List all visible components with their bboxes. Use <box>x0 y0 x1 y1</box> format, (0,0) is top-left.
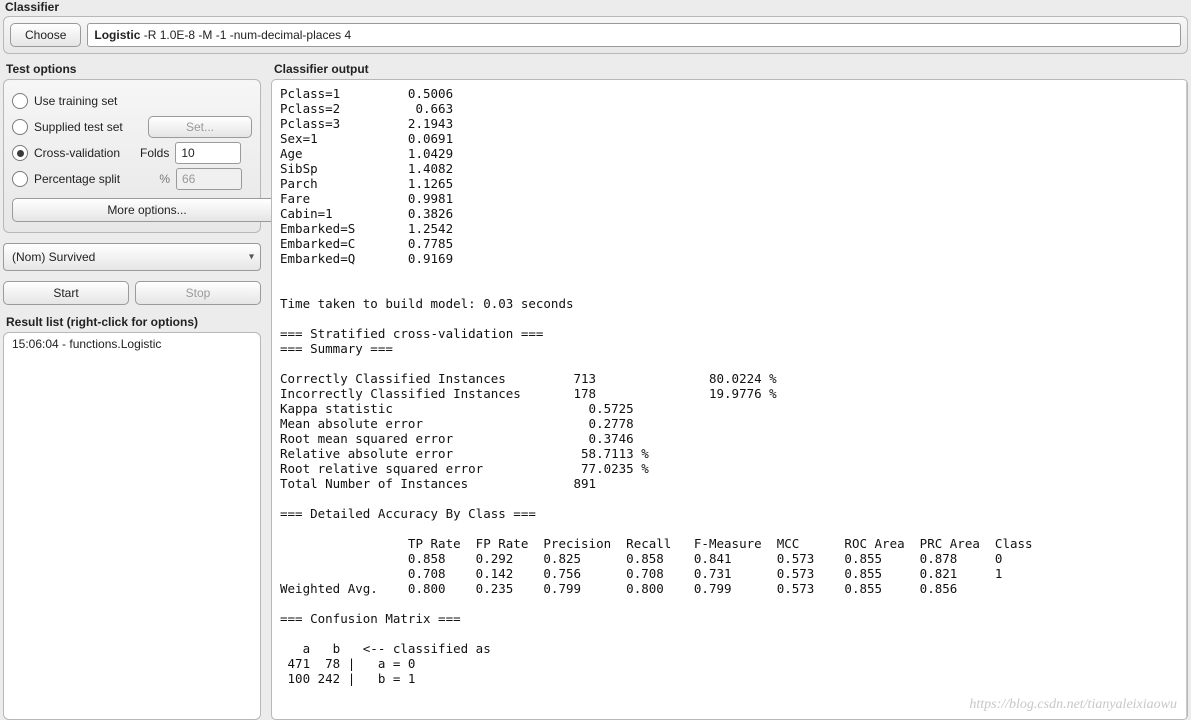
classifier-output-box[interactable]: Pclass=1 0.5006 Pclass=2 0.663 Pclass=3 … <box>271 79 1188 720</box>
classifier-output-section: Classifier output Pclass=1 0.5006 Pclass… <box>271 62 1188 720</box>
classifier-config-text: Logistic -R 1.0E-8 -M -1 -num-decimal-pl… <box>94 28 351 42</box>
more-options-row: More options... <box>12 198 252 222</box>
radio-icon <box>12 171 28 187</box>
opt-training-set[interactable]: Use training set <box>12 88 252 114</box>
classifier-row: Choose Logistic -R 1.0E-8 -M -1 -num-dec… <box>3 16 1188 54</box>
opt-supplied-test-set[interactable]: Supplied test set Set... <box>12 114 252 140</box>
chevron-down-icon: ▾ <box>249 252 254 263</box>
opt-percentage-split[interactable]: Percentage split % 66 <box>12 166 252 192</box>
choose-classifier-button[interactable]: Choose <box>10 23 81 47</box>
test-options-panel: Use training set Supplied test set Set..… <box>3 79 261 233</box>
folds-input[interactable]: 10 <box>175 142 241 164</box>
opt-label: Percentage split <box>34 172 134 186</box>
folds-label: Folds <box>140 146 169 160</box>
opt-label: Supplied test set <box>34 120 142 134</box>
class-attribute-value: (Nom) Survived <box>12 250 95 264</box>
set-testfile-button[interactable]: Set... <box>148 116 252 138</box>
columns: Test options Use training set Supplied t… <box>0 62 1191 720</box>
panel-edge <box>1186 80 1187 719</box>
opt-label: Use training set <box>34 94 117 108</box>
result-list-title: Result list (right-click for options) <box>6 315 261 329</box>
classifier-group-title: Classifier <box>5 0 1188 14</box>
left-column: Test options Use training set Supplied t… <box>3 62 261 720</box>
percent-label: % <box>140 172 170 186</box>
radio-icon <box>12 119 28 135</box>
stop-button[interactable]: Stop <box>135 281 261 305</box>
percent-input[interactable]: 66 <box>176 168 242 190</box>
radio-icon <box>12 93 28 109</box>
opt-cross-validation[interactable]: Cross-validation Folds 10 <box>12 140 252 166</box>
right-column: Classifier output Pclass=1 0.5006 Pclass… <box>271 62 1188 720</box>
classifier-output-text: Pclass=1 0.5006 Pclass=2 0.663 Pclass=3 … <box>280 86 1181 686</box>
start-stop-row: Start Stop <box>3 281 261 305</box>
classifier-output-title: Classifier output <box>274 62 1188 76</box>
test-options-section: Test options Use training set Supplied t… <box>3 62 261 233</box>
result-list-item[interactable]: 15:06:04 - functions.Logistic <box>4 333 260 355</box>
more-options-button[interactable]: More options... <box>12 198 282 222</box>
radio-icon <box>12 145 28 161</box>
weka-classify-panel: Classifier Choose Logistic -R 1.0E-8 -M … <box>0 0 1191 720</box>
test-options-title: Test options <box>6 62 261 76</box>
result-list-section: Result list (right-click for options) 15… <box>3 315 261 720</box>
opt-label: Cross-validation <box>34 146 134 160</box>
classifier-group: Classifier Choose Logistic -R 1.0E-8 -M … <box>3 0 1188 54</box>
classifier-config-field[interactable]: Logistic -R 1.0E-8 -M -1 -num-decimal-pl… <box>87 23 1181 47</box>
start-button[interactable]: Start <box>3 281 129 305</box>
result-list[interactable]: 15:06:04 - functions.Logistic <box>3 332 261 720</box>
class-attribute-combo[interactable]: (Nom) Survived ▾ <box>3 243 261 271</box>
watermark-text: https://blog.csdn.net/tianyaleixiaowu <box>969 697 1177 713</box>
